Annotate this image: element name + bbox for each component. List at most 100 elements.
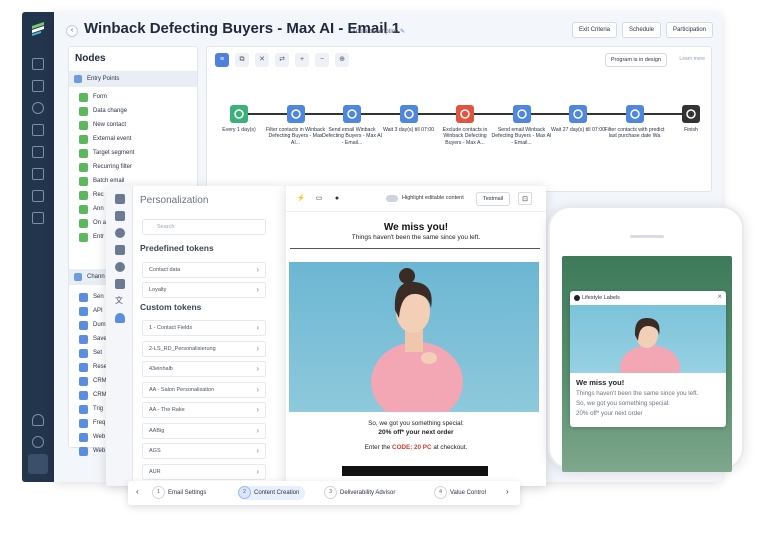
image-icon[interactable] [115,245,125,255]
campaign-icon[interactable] [32,124,44,136]
palette-icon[interactable] [115,262,125,272]
node-item[interactable]: Ann [79,203,104,215]
node-item[interactable]: Web [79,431,105,443]
node-item[interactable]: Entr [79,231,104,243]
select-tool-icon[interactable]: ≡ [215,53,229,67]
monitor-icon[interactable] [32,146,44,158]
flow-node[interactable] [399,105,418,123]
highlight-toggle[interactable] [386,195,398,202]
zoom-out-icon[interactable]: − [315,53,329,67]
participation-button[interactable]: Participation [666,22,714,38]
custom-token[interactable]: 1 - Contact Fields [142,320,266,336]
avatar[interactable] [28,454,48,474]
flow-canvas[interactable]: ≡ ⧉ ✕ ⇄ + − ⊕ Program is in design Learn… [206,46,712,192]
testmail-button[interactable]: Testmail [476,192,511,206]
custom-token[interactable]: AA - Salon Personalisation [142,381,266,398]
predefined-token[interactable]: Contact data [142,262,266,278]
delete-tool-icon[interactable]: ✕ [255,53,269,67]
edit-mode-icon[interactable]: ⚡ [294,192,308,205]
next-step-icon[interactable]: › [506,487,509,496]
node-item[interactable]: New contact [79,119,126,131]
link-icon[interactable] [115,228,125,238]
node-item[interactable]: CRM [79,375,107,387]
email-offer-line: So, we got you something special: [368,420,464,427]
node-label: Set [93,350,103,356]
node-item[interactable]: Trig [79,403,103,415]
custom-token[interactable]: AGS [142,443,266,459]
close-icon[interactable]: × [717,292,722,301]
inbox-icon[interactable]: ▭ [312,192,326,205]
node-item[interactable]: Web [79,445,105,457]
step-3[interactable]: 3 Deliverability Advisor [324,486,395,500]
flow-node[interactable] [569,105,587,123]
push-notification[interactable]: Lifestyle Labels × We miss you! Things h… [570,291,726,427]
node-item[interactable]: Recurring filter [79,161,132,173]
learn-more-link[interactable]: Learn more [679,56,705,62]
predefined-token[interactable]: Loyalty [142,282,266,298]
node-label: New contact [93,122,127,128]
mail-icon[interactable] [115,194,125,204]
flow-node[interactable] [343,105,361,123]
email-preview: ⚡ ▭ ● Highlight editable content Testmai… [286,186,546,486]
cta-button[interactable] [342,466,488,476]
token-search-input[interactable]: Search [142,219,266,235]
zoom-in-icon[interactable]: + [295,53,309,67]
custom-token[interactable]: 2-LS_RD_Personalisierung [142,340,266,357]
entry-points-section[interactable]: Entry Points [69,71,197,87]
node-item[interactable]: External event [79,133,131,145]
prev-step-icon[interactable]: ‹ [136,487,139,496]
exit-criteria-button[interactable]: Exit Criteria [572,22,618,38]
node-item[interactable]: Target segment [79,147,134,159]
contacts-icon[interactable] [32,168,44,180]
home-icon[interactable] [32,212,44,224]
zoom-fit-icon[interactable]: ⊕ [335,53,349,67]
box-icon[interactable] [115,211,125,221]
bell-icon[interactable] [32,414,44,426]
copy-icon[interactable] [115,279,125,289]
device-icon[interactable]: ⊡ [518,192,532,205]
node-item[interactable]: Set [79,347,102,359]
person-icon[interactable]: ● [330,192,344,205]
node-item[interactable]: Save [79,333,107,345]
node-item[interactable]: CRM [79,389,107,401]
person-icon[interactable] [115,313,125,323]
custom-token[interactable]: 43einhalb [142,361,266,377]
copy-tool-icon[interactable]: ⧉ [235,53,249,67]
code-suffix: at checkout. [433,444,468,451]
node-item[interactable]: Dum [79,319,106,331]
node-item[interactable]: Freq [79,417,105,429]
flow-node[interactable] [512,105,531,123]
flow-node[interactable] [230,105,248,123]
node-item[interactable]: Rese [79,361,107,373]
node-label: Target segment [93,150,135,156]
node-item[interactable]: Sen [79,291,104,303]
node-item[interactable]: Form [79,91,107,103]
arrange-tool-icon[interactable]: ⇄ [275,53,289,67]
custom-token[interactable]: AA - The Rake [142,402,266,418]
flow-node[interactable] [456,105,474,123]
automation-icon[interactable] [32,190,44,202]
flow-node[interactable] [286,105,305,123]
flow-node[interactable] [682,105,700,123]
hero-image[interactable] [289,262,539,422]
image-icon[interactable] [32,80,44,92]
back-button[interactable]: ‹ [66,25,78,37]
step-2[interactable]: 2 Content Creation [238,486,306,500]
flow-node[interactable] [625,105,644,123]
custom-token[interactable]: AUR [142,463,266,480]
step-4[interactable]: 4 Value Control [434,486,486,500]
node-item[interactable]: On a [79,217,106,229]
node-item[interactable]: Rec [79,189,104,201]
step-number: 4 [434,486,447,499]
node-item[interactable]: API [79,305,103,317]
node-icon [79,447,88,456]
step-1[interactable]: 1 Email Settings [152,486,206,500]
schedule-button[interactable]: Schedule [622,22,662,38]
node-item[interactable]: Data change [79,105,127,117]
dashboard-icon[interactable] [32,58,44,70]
settings-icon[interactable] [32,102,44,114]
custom-token[interactable]: AABig [142,422,266,439]
translate-icon[interactable]: 文 [115,296,125,306]
add-description-link[interactable]: Add a description ✎ [352,28,405,35]
search-icon[interactable] [32,436,44,448]
